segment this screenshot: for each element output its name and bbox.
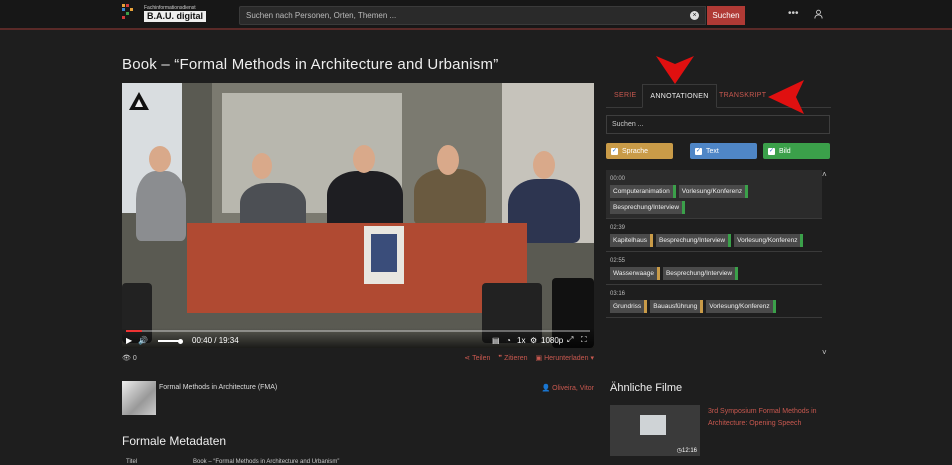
annotation-time[interactable]: 02:55 [610, 258, 818, 264]
scroll-down-icon[interactable]: ˅ [822, 348, 827, 357]
list-item[interactable]: 02:39 Kapitelhaus Besprechung/Interview … [606, 219, 822, 252]
checkbox-icon: ✓ [611, 147, 618, 155]
speed-value[interactable]: 1x [517, 336, 525, 345]
filter-sprache-label: Sprache [622, 147, 649, 155]
tag[interactable]: Vorlesung/Konferenz [734, 234, 804, 247]
list-item[interactable]: 00:00 Computeranimation Vorlesung/Konfer… [606, 170, 822, 219]
logo-mark-icon [122, 4, 134, 22]
annotation-time[interactable]: 02:39 [610, 225, 818, 231]
tag[interactable]: Computeranimation [610, 185, 676, 198]
fullscreen-icon[interactable]: ⛶ [581, 335, 587, 345]
download-icon: ▣ [535, 355, 543, 362]
metadata-title-value: Book – “Formal Methods in Architecture a… [193, 459, 340, 465]
top-bar: Fachinformationsdienst B.A.U. digital Su… [0, 0, 952, 30]
annotation-search-input[interactable]: Suchen ... [606, 115, 830, 134]
red-arrow-left-icon [768, 80, 804, 114]
user-icon[interactable] [814, 9, 823, 19]
tag[interactable]: Vorlesung/Konferenz [678, 185, 749, 198]
share-icon: ⋖ [464, 355, 471, 362]
filter-bild-label: Bild [779, 147, 791, 155]
tag[interactable]: Grundriss [610, 300, 648, 313]
clear-icon[interactable]: × [690, 11, 699, 20]
volume-knob[interactable] [178, 339, 183, 344]
play-icon[interactable]: ▶ [126, 336, 132, 345]
filter-text[interactable]: ✓ Text [690, 143, 757, 159]
tab-serie[interactable]: SERIE [614, 84, 637, 108]
site-logo[interactable]: Fachinformationsdienst B.A.U. digital [122, 4, 206, 22]
video-player[interactable]: ▶ 🔊 00:40 / 19:34 ▤ ◔ 1x ⚙ 1080p ⤢ ⛶ [122, 83, 594, 348]
captions-icon[interactable]: ▤ [492, 336, 500, 345]
list-item[interactable]: 03:16 Grundriss Bauausführung Vorlesung/… [606, 285, 822, 318]
search-placeholder: Suchen nach Personen, Orten, Themen ... [246, 11, 397, 20]
similar-title-link[interactable]: 3rd Symposium Formal Methods in Architec… [708, 406, 828, 430]
download-button[interactable]: ▣ Herunterladen ▾ [535, 354, 594, 363]
person-icon: 👤 [541, 385, 551, 392]
series-thumbnail[interactable] [122, 381, 156, 415]
filter-bild[interactable]: ✓ Bild [763, 143, 830, 159]
filter-text-label: Text [706, 147, 719, 155]
volume-icon[interactable]: 🔊 [138, 336, 148, 345]
search-input[interactable]: Suchen nach Personen, Orten, Themen ... … [239, 6, 706, 25]
eye-icon: 👁 [122, 355, 131, 362]
annotation-time[interactable]: 00:00 [610, 176, 818, 182]
tab-transkript[interactable]: TRANSKRIPT [719, 84, 766, 108]
tag[interactable]: Wasserwaage [610, 267, 660, 280]
page-title: Book – “Formal Methods in Architecture a… [122, 56, 499, 73]
logo-title: B.A.U. digital [144, 10, 206, 22]
tag[interactable]: Bauausführung [650, 300, 704, 313]
checkbox-icon: ✓ [768, 147, 775, 155]
series-title[interactable]: Formal Methods in Architecture (FMA) [159, 384, 277, 391]
checkbox-icon: ✓ [695, 147, 702, 155]
cite-label: Zitieren [504, 354, 528, 362]
search-button[interactable]: Suchen [707, 6, 745, 25]
metadata-heading: Formale Metadaten [122, 434, 227, 448]
progress-fill [126, 330, 142, 332]
cite-button[interactable]: ❞ Zitieren [498, 354, 528, 363]
pip-icon[interactable]: ⤢ [567, 335, 573, 345]
list-item[interactable]: 02:55 Wasserwaage Besprechung/Interview [606, 252, 822, 285]
view-count: 👁 0 [122, 354, 137, 362]
author-name: Oliveira, Vitor [552, 385, 594, 392]
more-icon[interactable]: ••• [788, 8, 799, 19]
annotation-time[interactable]: 03:16 [610, 291, 818, 297]
filter-sprache[interactable]: ✓ Sprache [606, 143, 673, 159]
chevron-down-icon: ▾ [590, 355, 594, 362]
tag[interactable]: Besprechung/Interview [655, 234, 732, 247]
annotation-search-placeholder: Suchen ... [612, 121, 644, 128]
annotation-list[interactable]: 00:00 Computeranimation Vorlesung/Konfer… [606, 170, 822, 358]
similar-duration: ◷12:16 [677, 447, 697, 454]
share-label: Teilen [472, 354, 491, 362]
player-controls: ▶ 🔊 00:40 / 19:34 ▤ ◔ 1x ⚙ 1080p ⤢ ⛶ [122, 328, 594, 348]
scroll-up-icon[interactable]: ˄ [822, 170, 827, 179]
volume-slider[interactable] [158, 340, 180, 342]
quality-value[interactable]: 1080p [541, 336, 563, 345]
quote-icon: ❞ [498, 355, 503, 362]
tag[interactable]: Besprechung/Interview [662, 267, 739, 280]
tag[interactable]: Besprechung/Interview [610, 201, 686, 214]
tag[interactable]: Kapitelhaus [610, 234, 653, 247]
speed-icon[interactable]: ◔ [506, 336, 511, 345]
views-value: 0 [132, 355, 137, 362]
similar-heading: Ähnliche Filme [610, 382, 683, 394]
author-link[interactable]: 👤 Oliveira, Vitor [541, 384, 594, 392]
channel-logo-icon [129, 92, 149, 110]
download-label: Herunterladen [544, 354, 589, 362]
share-button[interactable]: ⋖ Teilen [464, 354, 491, 363]
settings-icon[interactable]: ⚙ [530, 336, 537, 345]
red-arrow-down-icon [656, 56, 694, 84]
tab-annotationen[interactable]: ANNOTATIONEN [642, 84, 717, 108]
progress-bar[interactable] [126, 330, 590, 332]
similar-duration-value: 12:16 [681, 448, 697, 454]
tag[interactable]: Vorlesung/Konferenz [706, 300, 776, 313]
similar-thumbnail[interactable]: ◷12:16 [610, 405, 700, 456]
time-display: 00:40 / 19:34 [192, 336, 239, 345]
video-meta-bar: 👁 0 ⋖ Teilen ❞ Zitieren ▣ Herunterladen ▾ [122, 352, 594, 366]
metadata-title-label: Titel [126, 459, 138, 465]
series-info: Formal Methods in Architecture (FMA) 👤 O… [122, 381, 594, 415]
